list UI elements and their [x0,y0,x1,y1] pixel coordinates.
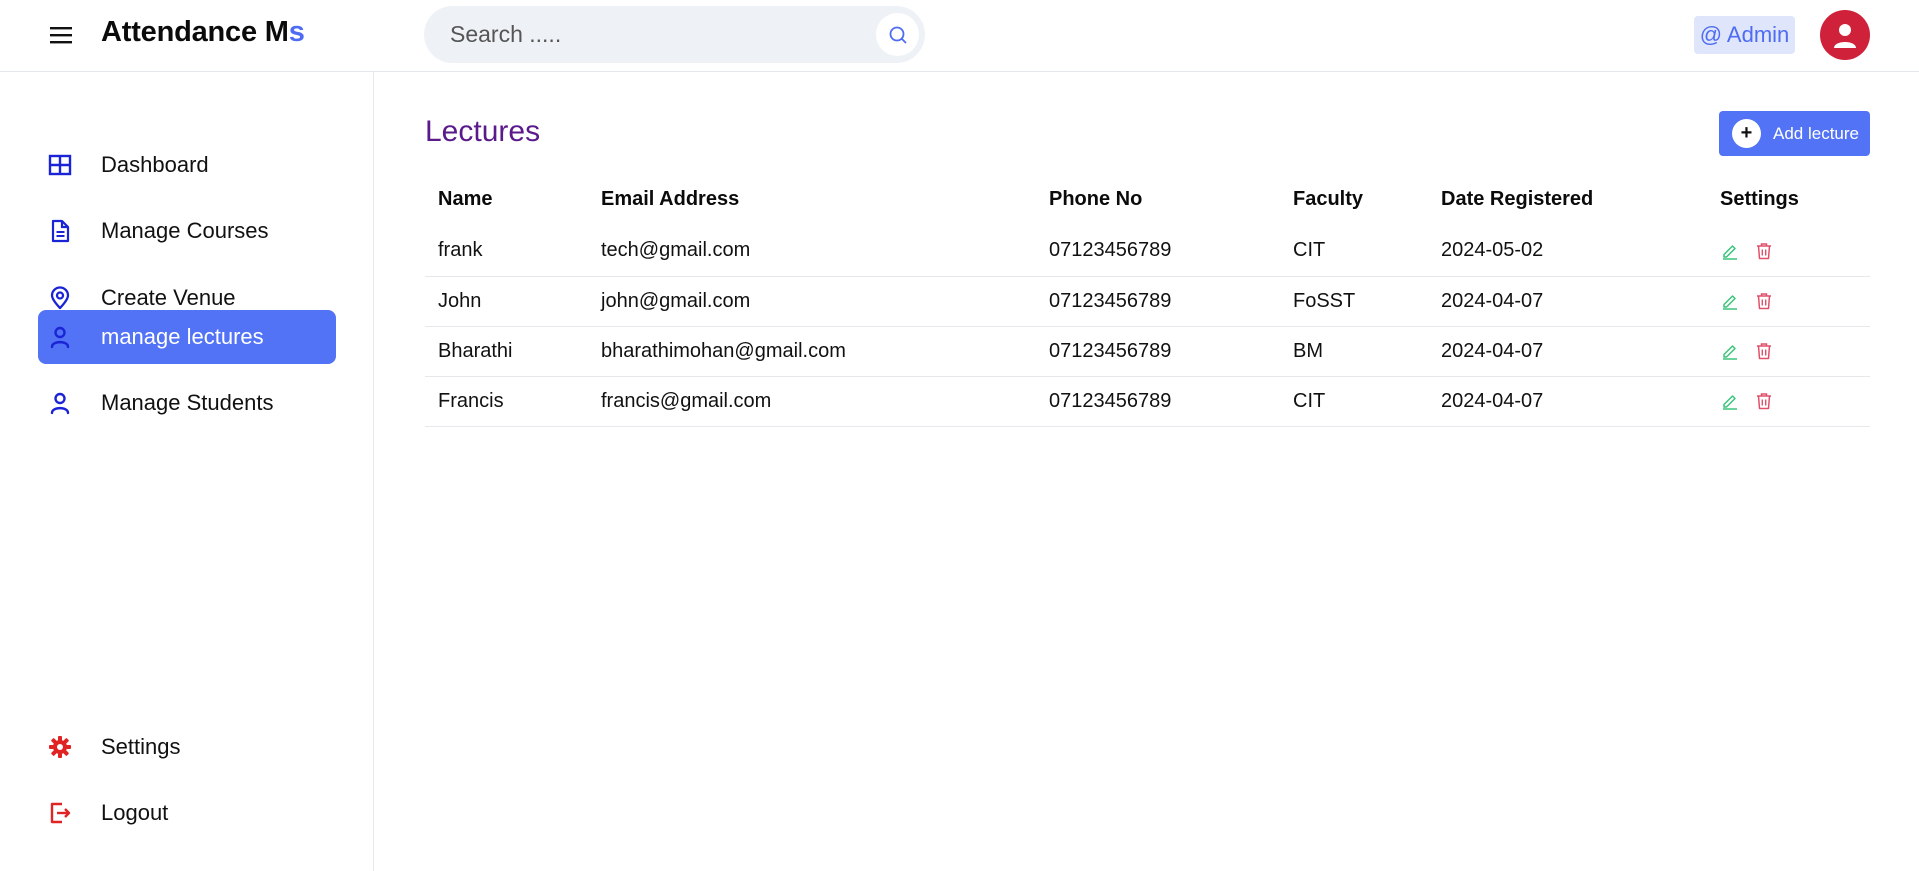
column-header-name: Name [438,187,493,210]
document-icon [48,219,72,243]
logout-icon [48,801,72,825]
sidebar-item-logout[interactable]: Logout [38,786,336,840]
cell-settings [1707,376,1870,427]
edit-icon[interactable] [1720,341,1740,361]
edit-icon[interactable] [1720,391,1740,411]
table-header-row: Name Email Address Phone No Faculty Date… [425,172,1870,226]
sidebar-item-manage-courses[interactable]: Manage Courses [38,204,336,258]
trash-icon[interactable] [1754,291,1774,311]
user-avatar-icon [1834,24,1856,48]
cell-date: 2024-04-07 [1428,276,1707,327]
cell-faculty: FoSST [1280,276,1428,327]
sidebar-item-settings[interactable]: Settings [38,720,336,774]
cell-phone: 07123456789 [1036,276,1280,327]
column-header-email: Email Address [601,187,740,210]
sidebar-item-label: Settings [101,734,181,759]
avatar[interactable] [1820,10,1870,60]
admin-badge[interactable]: @ Admin [1694,16,1795,54]
cell-email: john@gmail.com [588,276,1036,327]
add-lecture-button[interactable]: + Add lecture [1719,111,1870,156]
edit-icon[interactable] [1720,291,1740,311]
grid-icon [48,153,72,177]
trash-icon[interactable] [1754,391,1774,411]
menu-icon[interactable] [46,22,76,48]
table-row: Francis francis@gmail.com 07123456789 CI… [425,376,1870,427]
add-lecture-label: Add lecture [1773,124,1859,143]
cell-email: francis@gmail.com [588,376,1036,427]
sidebar-item-manage-students[interactable]: Manage Students [38,376,336,430]
cell-phone: 07123456789 [1036,226,1280,277]
trash-icon[interactable] [1754,241,1774,261]
app-title-accent: s [288,16,305,48]
column-header-phone: Phone No [1049,187,1143,210]
cell-settings [1707,326,1870,377]
cell-faculty: BM [1280,326,1428,377]
cell-faculty: CIT [1280,376,1428,427]
cell-settings [1707,276,1870,327]
sidebar-item-dashboard[interactable]: Dashboard [38,138,336,192]
cell-name: Bharathi [425,326,588,377]
column-header-date-registered: Date Registered [1441,187,1594,210]
cell-date: 2024-04-07 [1428,376,1707,427]
sidebar-item-label: Dashboard [101,152,209,177]
app-title-main: Attendance M [101,16,289,48]
cell-name: John [425,276,588,327]
cell-email: bharathimohan@gmail.com [588,326,1036,377]
sidebar-item-label: Manage Courses [101,218,269,243]
sidebar: Dashboard Manage Courses Create Venue ma… [0,72,374,871]
search-icon[interactable] [876,13,919,56]
top-header: Attendance Ms @ Admin [0,0,1919,72]
search-bar [424,6,925,63]
main-content: Lectures + Add lecture Name Email Addres… [375,73,1919,871]
cell-phone: 07123456789 [1036,326,1280,377]
sidebar-item-label: Manage Students [101,390,274,415]
page-title: Lectures [425,115,541,148]
cell-date: 2024-05-02 [1428,226,1707,277]
user-icon [48,391,72,415]
sidebar-item-label: manage lectures [101,324,264,349]
cell-faculty: CIT [1280,226,1428,277]
column-header-settings: Settings [1720,187,1799,210]
table-row: Bharathi bharathimohan@gmail.com 0712345… [425,326,1870,377]
cell-phone: 07123456789 [1036,376,1280,427]
table-row: frank tech@gmail.com 07123456789 CIT 202… [425,226,1870,277]
plus-icon: + [1732,119,1761,148]
column-header-faculty: Faculty [1293,187,1364,210]
cell-name: Francis [425,376,588,427]
table-row: John john@gmail.com 07123456789 FoSST 20… [425,276,1870,327]
cell-email: tech@gmail.com [588,226,1036,277]
sidebar-item-manage-lectures[interactable]: manage lectures [38,310,336,364]
lectures-table: Name Email Address Phone No Faculty Date… [425,172,1870,427]
app-title: Attendance Ms [101,16,305,49]
sidebar-item-label: Logout [101,800,169,825]
location-pin-icon [48,286,72,310]
trash-icon[interactable] [1754,341,1774,361]
cell-settings [1707,226,1870,277]
user-icon [48,325,72,349]
gear-icon [48,735,72,759]
search-input[interactable] [450,6,860,63]
edit-icon[interactable] [1720,241,1740,261]
cell-date: 2024-04-07 [1428,326,1707,377]
cell-name: frank [425,226,588,277]
